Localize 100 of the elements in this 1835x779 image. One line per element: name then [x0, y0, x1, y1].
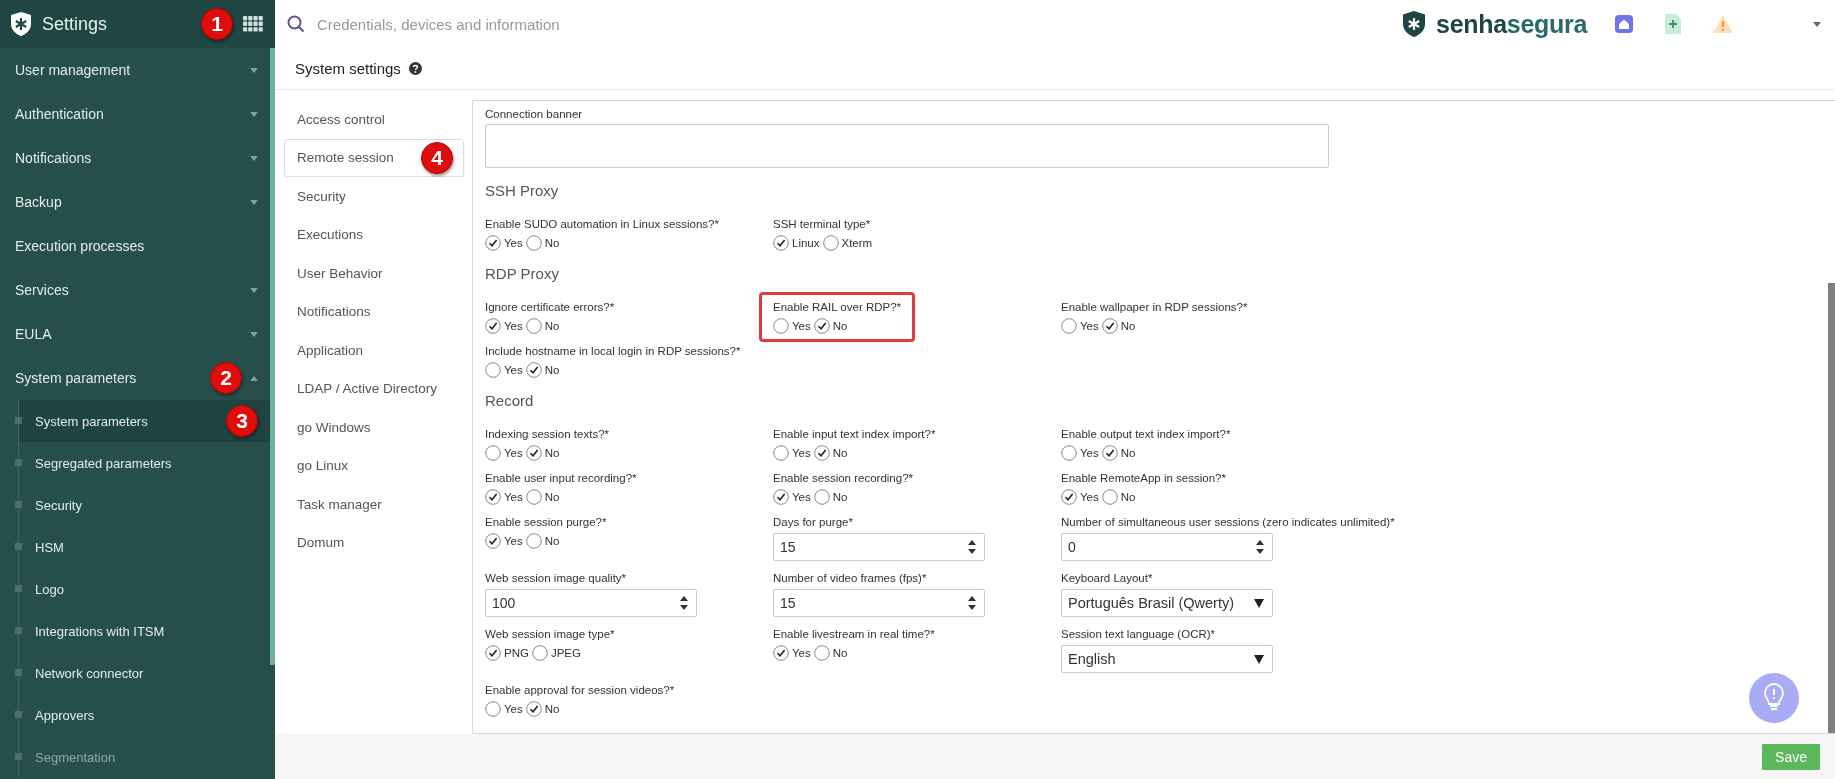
spinner-icon[interactable] — [968, 540, 976, 554]
sidebar-subitem[interactable]: Security — [19, 484, 270, 526]
spinner-icon[interactable] — [680, 596, 688, 610]
radio-button[interactable] — [813, 445, 830, 461]
sidebar-item[interactable]: Notifications — [0, 136, 270, 180]
field-label: Days for purge* — [773, 515, 854, 529]
radio-label: Yes — [504, 320, 523, 332]
sidebar-subitem[interactable]: Segregated parameters — [19, 442, 270, 484]
sidebar-subitem[interactable]: Approvers — [19, 694, 270, 736]
radio-button[interactable] — [525, 489, 542, 505]
sidebar-item[interactable]: Services — [0, 268, 270, 312]
radio-button[interactable] — [525, 533, 542, 549]
number-field[interactable]: 15 — [773, 589, 985, 617]
sidebar-item[interactable]: EULA — [0, 312, 270, 356]
radio-button[interactable] — [525, 445, 542, 461]
spinner-icon[interactable] — [968, 596, 976, 610]
radio-button[interactable] — [813, 645, 830, 661]
radio-button[interactable] — [1101, 445, 1118, 461]
radio-label: Yes — [1080, 320, 1099, 332]
radio-button[interactable] — [773, 645, 789, 661]
list-bullet — [15, 669, 22, 676]
brand-logo: senhasegura — [1436, 9, 1587, 39]
lightbulb-icon — [1763, 683, 1785, 713]
spinner-icon[interactable] — [1256, 540, 1264, 554]
radio-button[interactable] — [525, 318, 542, 334]
field-label: Web session image type* — [485, 627, 615, 641]
scrollbar[interactable] — [1828, 283, 1835, 733]
radio-label: Yes — [504, 535, 523, 547]
apps-grid-icon[interactable] — [243, 16, 263, 32]
radio-button[interactable] — [773, 318, 789, 334]
radio-button[interactable] — [525, 235, 542, 251]
sidebar-title: Settings — [42, 13, 109, 35]
radio-button[interactable] — [1061, 445, 1077, 461]
radio-label: Yes — [792, 447, 811, 459]
shield-icon — [10, 11, 32, 37]
sidebar-subitem[interactable]: Segmentation — [19, 736, 270, 778]
select-field[interactable]: Português Brasil (Qwerty) — [1061, 589, 1273, 617]
radio-button[interactable] — [773, 489, 789, 505]
caret-icon[interactable] — [1813, 21, 1821, 27]
radio-button[interactable] — [773, 445, 789, 461]
radio-button[interactable] — [1061, 318, 1077, 334]
caret-icon — [1254, 598, 1264, 608]
sidebar-item[interactable]: User management — [0, 48, 270, 92]
sidebar-subitem[interactable]: HSM — [19, 526, 270, 568]
radio-button[interactable] — [531, 645, 548, 661]
add-document-icon[interactable] — [1665, 14, 1681, 34]
field-label: Enable approval for session videos?* — [485, 683, 675, 697]
radio-label: No — [544, 364, 560, 376]
sidebar-item[interactable]: Execution processes — [0, 224, 270, 268]
radio-button[interactable] — [485, 701, 501, 717]
callout-badge: 2 — [210, 362, 242, 394]
radio-button[interactable] — [485, 362, 501, 378]
radio-button[interactable] — [485, 318, 501, 334]
radio-button[interactable] — [485, 533, 501, 549]
radio-button[interactable] — [525, 362, 542, 378]
sidebar-subitem[interactable]: Integrations with ITSM — [19, 610, 270, 652]
radio-button[interactable] — [822, 235, 839, 251]
radio-button[interactable] — [813, 489, 830, 505]
radio-button[interactable] — [1061, 489, 1077, 505]
radio-button[interactable] — [813, 318, 830, 334]
field-label: Enable SUDO automation in Linux sessions?* — [485, 217, 719, 231]
select-field[interactable]: English — [1061, 645, 1273, 673]
number-field[interactable]: 0 — [1061, 533, 1273, 561]
number-field[interactable]: 100 — [485, 589, 697, 617]
sidebar-item[interactable]: Backup — [0, 180, 270, 224]
radio-label: Xterm — [841, 237, 873, 249]
field-label: Enable RemoteApp in session?* — [1061, 471, 1226, 485]
radio-button[interactable] — [1101, 318, 1118, 334]
number-field[interactable]: 15 — [773, 533, 985, 561]
radio-button[interactable] — [485, 445, 501, 461]
field-label: Enable session purge?* — [485, 515, 607, 529]
sidebar-item[interactable]: System parameters 2 — [0, 356, 270, 400]
radio-label: No — [832, 320, 848, 332]
field-label: Number of video frames (fps)* — [773, 571, 928, 585]
search-icon — [287, 15, 305, 33]
radio-label: No — [832, 491, 848, 503]
shield-logo-icon — [1402, 10, 1427, 38]
radio-button[interactable] — [1101, 489, 1118, 505]
scrollbar[interactable] — [270, 48, 275, 665]
radio-button[interactable] — [773, 235, 789, 251]
radio-button[interactable] — [485, 645, 501, 661]
home-icon[interactable] — [1615, 15, 1633, 33]
radio-label: No — [832, 447, 848, 459]
radio-label: No — [544, 447, 560, 459]
field-label: Enable output text index import?* — [1061, 427, 1231, 441]
radio-button[interactable] — [485, 235, 501, 251]
sidebar-subitem[interactable]: Logo — [19, 568, 270, 610]
radio-label: Linux — [792, 237, 820, 249]
sidebar-item[interactable]: Authentication — [0, 92, 270, 136]
section-title: SSH Proxy — [485, 182, 560, 199]
radio-button[interactable] — [525, 701, 542, 717]
sidebar-subitem[interactable]: Network connector — [19, 652, 270, 694]
radio-label: Yes — [504, 237, 523, 249]
settings-tab[interactable]: Remote session 4 — [284, 138, 464, 177]
help-icon[interactable] — [408, 62, 422, 75]
field-label: Number of simultaneous user sessions (zero indicates unlimited)* — [1061, 515, 1395, 529]
field-label: Enable RAIL over RDP?* — [773, 300, 902, 314]
radio-button[interactable] — [485, 489, 501, 505]
radio-label: No — [1120, 320, 1136, 332]
caret-icon — [1254, 654, 1264, 664]
